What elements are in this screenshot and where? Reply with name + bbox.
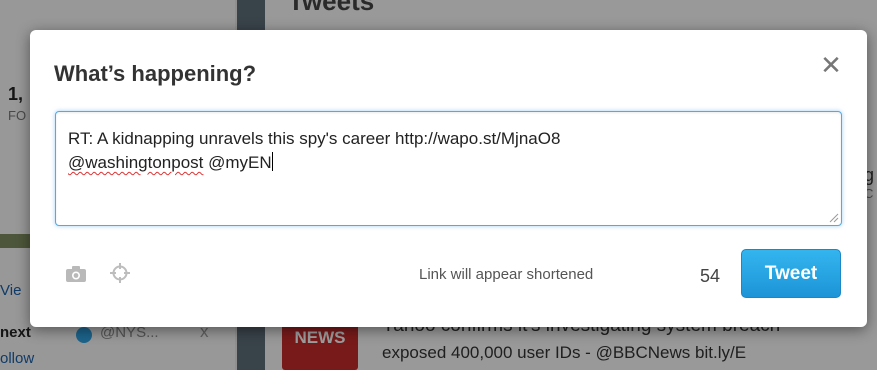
mention-myen: @myEN [203,153,272,172]
compose-tweet-dialog: What’s happening? ✕ RT: A kidnapping unr… [30,30,867,327]
camera-icon[interactable] [65,265,87,283]
link-shortened-note: Link will appear shortened [419,266,594,283]
close-icon[interactable]: ✕ [818,52,844,78]
tweet-button[interactable]: Tweet [741,249,841,298]
location-crosshair-icon[interactable] [110,263,130,283]
mention-washingtonpost: @washingtonpost [68,153,204,172]
tweet-text[interactable]: RT: A kidnapping unravels this spy's car… [68,127,808,175]
resize-handle-icon[interactable] [829,213,839,223]
character-counter: 54 [700,266,721,286]
tweet-textarea[interactable]: RT: A kidnapping unravels this spy's car… [55,111,842,226]
dialog-title: What’s happening? [54,61,257,86]
tweet-text-line: RT: A kidnapping unravels this spy's car… [68,129,561,148]
text-caret [271,152,273,171]
